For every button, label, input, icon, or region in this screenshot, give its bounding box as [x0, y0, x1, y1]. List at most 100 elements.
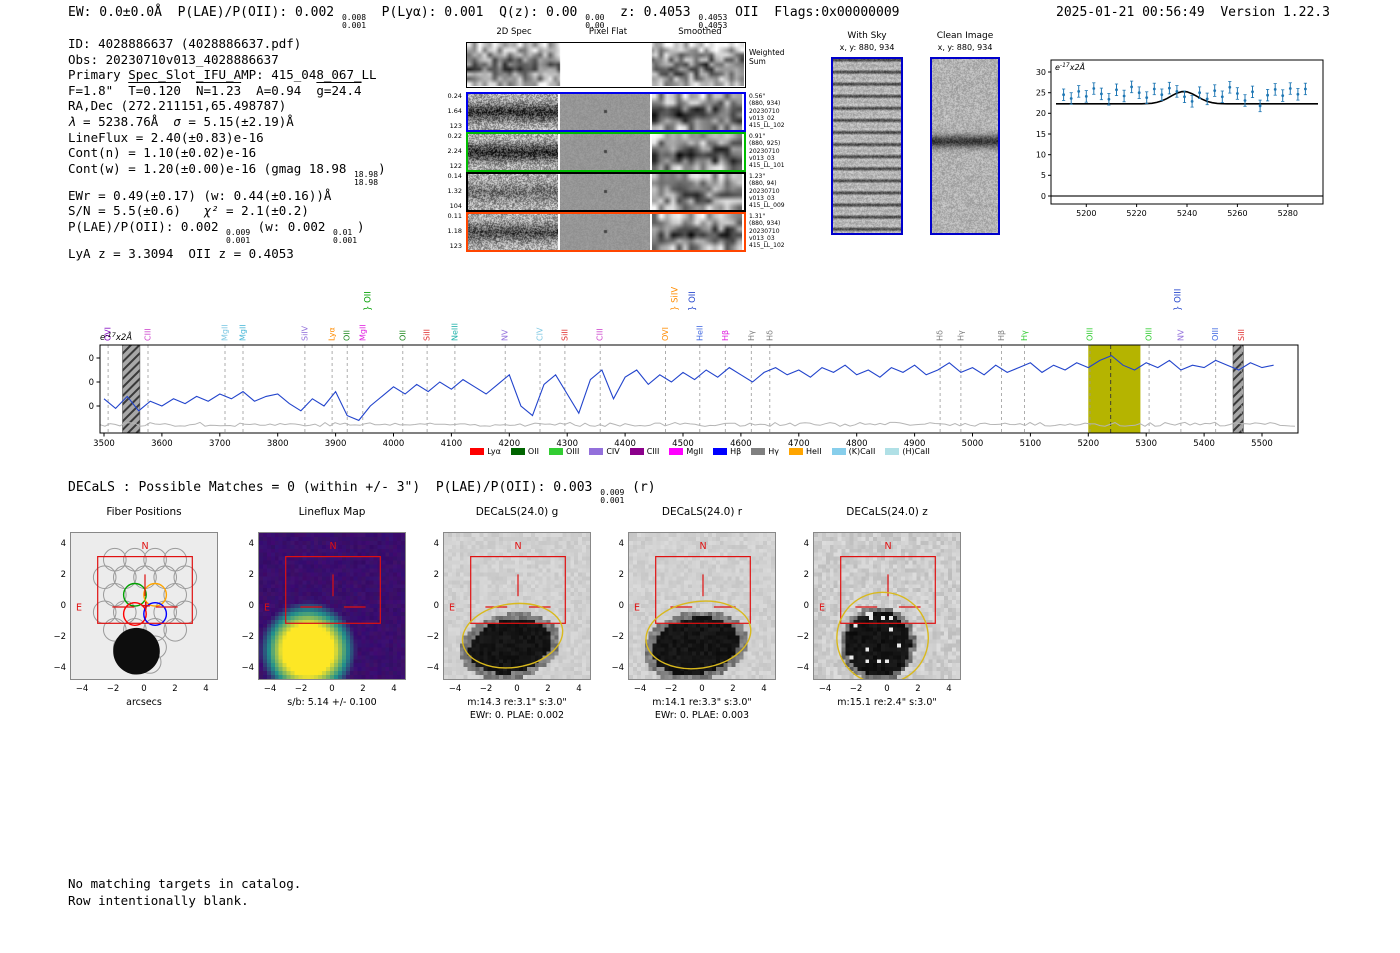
y-tick-label: 4 — [803, 539, 809, 549]
x-tick-label: 0 — [329, 684, 335, 694]
y-tick-label: −4 — [611, 663, 624, 673]
cutout-panel-fiber: NE — [70, 532, 218, 680]
legend-item: HeII — [788, 447, 822, 456]
aperture-ellipse — [836, 591, 929, 679]
x-tick-label: 2 — [915, 684, 921, 694]
x-tick-label: 2 — [172, 684, 178, 694]
legend-item: (K)CaII — [831, 447, 876, 456]
cutout-caption: s/b: 5.14 +/- 0.100 — [287, 697, 377, 708]
x-tick-label: 5200 — [1076, 209, 1096, 218]
y-tick-label: 4 — [618, 539, 624, 549]
y-tick-label: 0 — [248, 601, 254, 611]
cutout-panel-lineflux: NE — [258, 532, 406, 680]
line-marker-label: Hβ — [721, 330, 730, 341]
x-tick-label: 0 — [514, 684, 520, 694]
spectrum-legend: Lyα OII OIII CIV CIII MgII Hβ Hγ HeII (K)CaII (H)C… — [100, 447, 1300, 456]
x-tick-label: 5260 — [1227, 209, 1247, 218]
x-tick-label: 2 — [545, 684, 551, 694]
full-spectrum-plot: OVI CIII MgII MgII SiIV Lyα OII MgII OII SiII NeII… — [83, 265, 1310, 461]
cutout-overlay: NE — [449, 541, 566, 669]
cutout-title-g: DECaLS(24.0) g — [475, 506, 559, 518]
line-marker-label: SiII — [1237, 329, 1246, 341]
decals-header: DECaLS : Possible Matches = 0 (within +/… — [68, 480, 656, 506]
y-tick-label: 0 — [433, 601, 439, 611]
line-marker-label: MgII — [358, 324, 367, 341]
cutout-panel-z: NE — [813, 532, 961, 680]
line-marker-label: OII — [398, 330, 407, 341]
line-marker-label: OIII — [1211, 328, 1220, 341]
y-tick-label: 0 — [60, 601, 66, 611]
line-marker-label: NeIII — [450, 323, 459, 341]
x-tick-label: −2 — [479, 684, 493, 694]
y-tick-label: 10 — [88, 402, 94, 412]
legend-swatch — [751, 448, 766, 455]
aperture-ellipse — [645, 600, 752, 670]
legend-label: CIV — [606, 447, 620, 456]
line-marker-label: CIV — [536, 327, 545, 341]
x-tick-label: 5240 — [1177, 209, 1197, 218]
line-marker-label: NV — [1176, 329, 1185, 341]
legend-swatch — [885, 448, 900, 455]
x-tick-label: −4 — [633, 684, 647, 694]
line-marker-label: Hγ — [956, 330, 965, 341]
y-tick-label: 4 — [433, 539, 439, 549]
x-tick-label: −2 — [664, 684, 678, 694]
line-marker-label: OIII — [1145, 328, 1154, 341]
line-marker-label: NV — [501, 329, 510, 341]
x-tick-label: 4 — [946, 684, 952, 694]
compass-east-label: E — [76, 603, 82, 614]
line-marker-label: OVI — [661, 327, 670, 341]
legend-label: OIII — [565, 447, 580, 456]
text-segment: DECaLS : Possible Matches = 0 (within +/… — [68, 480, 601, 495]
legend-swatch — [470, 448, 485, 455]
x-tick-label: −2 — [849, 684, 863, 694]
compass-north-label: N — [884, 541, 891, 552]
legend-swatch — [788, 448, 803, 455]
x-tick-label: −4 — [448, 684, 462, 694]
x-tick-label: 4 — [576, 684, 582, 694]
y-tick-label: −2 — [611, 632, 624, 642]
line-marker-group-label: } SiIV — [670, 287, 680, 311]
y-axis-label: e-17x2Å — [1055, 61, 1085, 72]
legend-label: Hγ — [768, 447, 779, 456]
line-fit-svg: 5200 5220 5240 5260 5280 0 5 10 15 20 25 30 e-17x2Å — [1036, 59, 1324, 218]
x-tick-label: 2 — [730, 684, 736, 694]
x-tick-label: 4 — [761, 684, 767, 694]
clean-image-image — [932, 59, 998, 233]
legend-label: MgII — [686, 447, 704, 456]
y-tick-label: −2 — [53, 632, 66, 642]
line-fit-plot: 5200 5220 5240 5260 5280 0 5 10 15 20 25 30 e-17x2Å — [1035, 46, 1335, 218]
legend-label: (K)CaII — [848, 447, 876, 456]
y-tick-label: −4 — [426, 663, 439, 673]
cutout-overlay: NE — [264, 541, 381, 624]
x-tick-label: 0 — [884, 684, 890, 694]
x-tick-label: 2 — [360, 684, 366, 694]
cutout-caption: EWr: 0. PLAE: 0.003 — [654, 710, 750, 721]
legend-label: Hβ — [730, 447, 742, 456]
line-marker-label: CIII — [596, 328, 605, 341]
cutout-title-lineflux: Lineflux Map — [298, 506, 366, 518]
y-tick-label: 20 — [1036, 109, 1046, 118]
y-tick-label: 2 — [803, 570, 809, 580]
line-marker-label: SiIV — [300, 325, 309, 341]
clean-image-coords: x, y: 880, 934 — [937, 43, 993, 52]
y-axis-label: e-17x2Å — [100, 331, 132, 343]
cutout-overlay: NE — [634, 541, 752, 670]
cutout-overlay: NE — [76, 541, 193, 624]
y-tick-label: 15 — [1036, 130, 1046, 139]
compass-north-label: N — [514, 541, 521, 552]
cutout-caption: m:14.1 re:3.3" s:3.0" — [652, 697, 752, 708]
model-fit-curve — [1056, 90, 1318, 105]
line-marker-label: Hγ — [1020, 330, 1029, 341]
cutout-caption: EWr: 0. PLAE: 0.002 — [469, 710, 565, 721]
legend-label: (H)CaII — [902, 447, 930, 456]
aperture-ellipse — [461, 602, 564, 669]
legend-swatch — [548, 448, 563, 455]
y-tick-label: 2 — [60, 570, 66, 580]
elixer-detection-report: EW: 0.0±0.0Å P(LAE)/P(OII): 0.002 0.008 0… — [0, 0, 1400, 953]
cutout-panel-r: NE — [628, 532, 776, 680]
x-tick-label: 5220 — [1126, 209, 1146, 218]
cutout-caption: m:15.1 re:2.4" s:3.0" — [837, 697, 937, 708]
line-marker-label: Hβ — [997, 330, 1006, 341]
x-tick-label: −2 — [294, 684, 308, 694]
